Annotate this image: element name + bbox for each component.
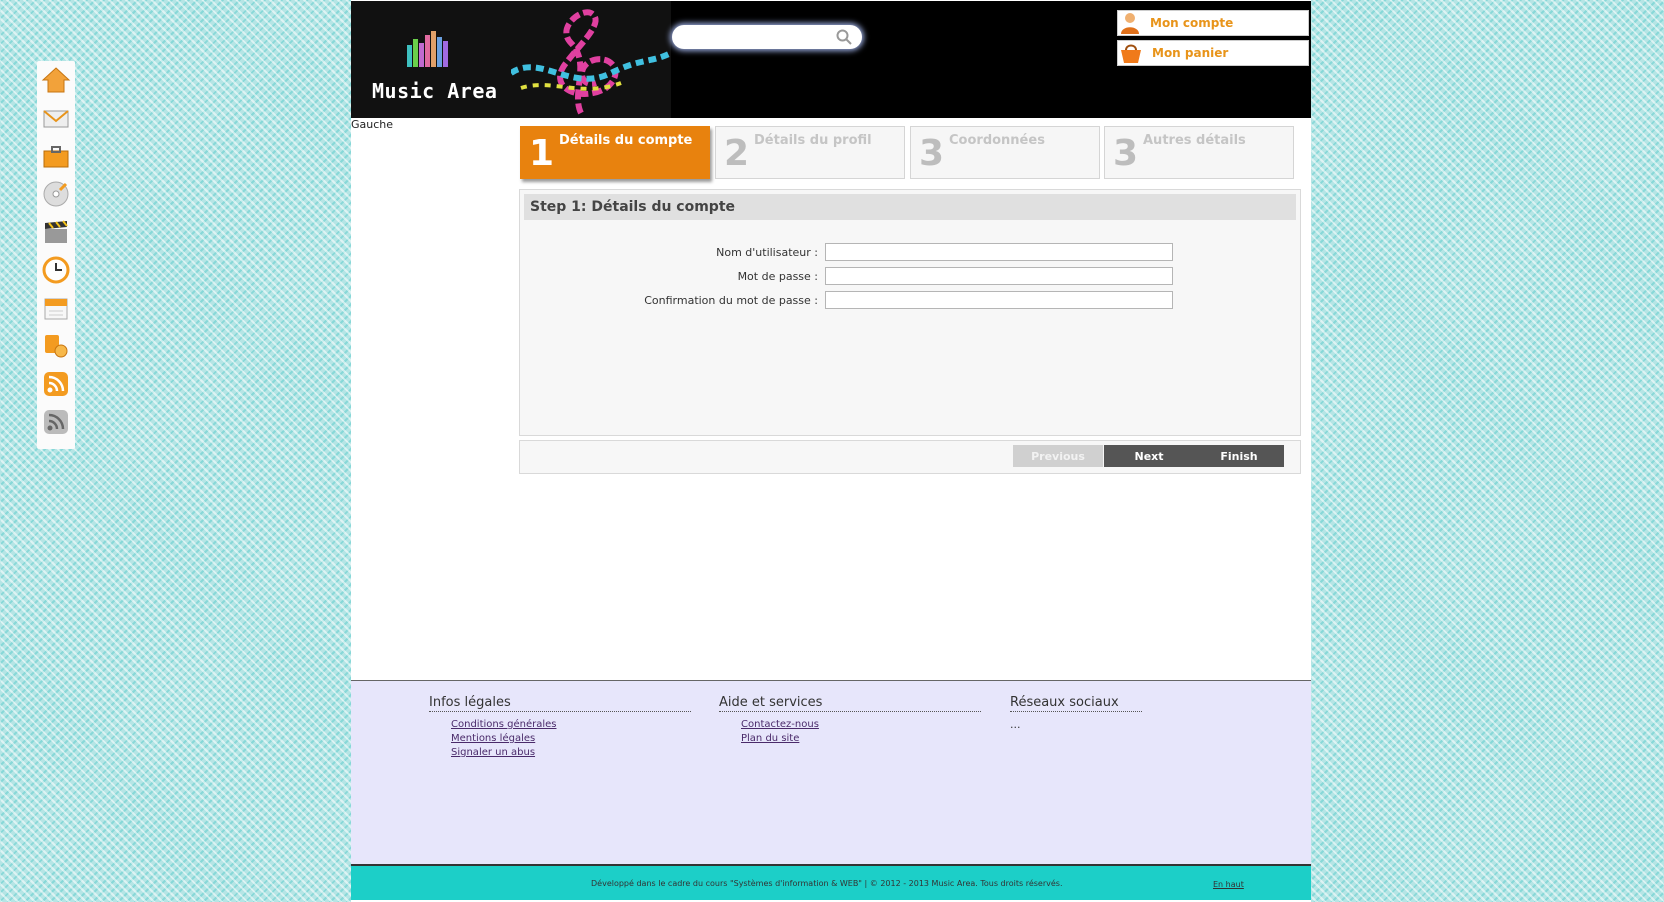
logo-text: Music Area (372, 79, 498, 103)
footer-legal-column: Infos légales Conditions générales Menti… (429, 695, 691, 760)
mail-icon[interactable] (40, 102, 72, 134)
username-field[interactable] (825, 243, 1173, 261)
clapperboard-icon[interactable] (40, 216, 72, 248)
cd-icon[interactable] (40, 178, 72, 210)
footer-link-contact[interactable]: Contactez-nous (741, 719, 819, 730)
clock-icon[interactable] (40, 254, 72, 286)
left-column-label: Gauche (351, 118, 394, 131)
footer-column-title: Aide et services (719, 695, 981, 712)
treble-clef-graphic (511, 9, 671, 115)
step-number: 2 (724, 133, 750, 174)
step-label: Coordonnées (949, 133, 1045, 148)
wizard-step-3[interactable]: 3 Coordonnées (910, 126, 1100, 179)
footer-link-report-abuse[interactable]: Signaler un abus (451, 747, 535, 758)
confirm-password-row: Confirmation du mot de passe : (520, 291, 1302, 311)
basket-icon (1121, 44, 1141, 63)
copyright-text: Développé dans le cadre du cours "Systèm… (591, 879, 1063, 888)
footer-link-sitemap[interactable]: Plan du site (741, 733, 799, 744)
username-row: Nom d'utilisateur : (520, 243, 1302, 263)
social-placeholder: ... (1010, 718, 1021, 731)
finish-button[interactable]: Finish (1194, 445, 1284, 467)
panel-title: Step 1: Détails du compte (524, 194, 1296, 220)
calendar-icon[interactable] (40, 292, 72, 324)
home-icon[interactable] (40, 64, 72, 96)
my-cart-button[interactable]: Mon panier (1117, 40, 1309, 66)
user-icon (1121, 13, 1139, 34)
wizard-step-1[interactable]: 1 Détails du compte (520, 126, 710, 179)
search-input[interactable] (684, 28, 838, 48)
footer-help-column: Aide et services Contactez-nous Plan du … (719, 695, 981, 746)
password-label: Mot de passe : (737, 270, 818, 283)
page-container: Music Area Mon compte Mon panier Gauche … (351, 0, 1311, 902)
wizard-actions: Previous Next Finish (519, 440, 1301, 474)
confirm-password-field[interactable] (825, 291, 1173, 309)
rss-orange-icon[interactable] (40, 368, 72, 400)
footer-column-title: Infos légales (429, 695, 691, 712)
step-number: 3 (919, 133, 945, 174)
my-account-button[interactable]: Mon compte (1117, 10, 1309, 36)
wizard-step-4[interactable]: 3 Autres détails (1104, 126, 1294, 179)
music-note-icon[interactable] (40, 330, 72, 362)
step-label: Détails du compte (559, 133, 693, 148)
footer: Infos légales Conditions générales Menti… (351, 680, 1311, 864)
my-account-label: Mon compte (1150, 16, 1234, 30)
header: Music Area Mon compte Mon panier (351, 1, 1311, 118)
footer-link-legal-notices[interactable]: Mentions légales (451, 733, 535, 744)
footer-column-title: Réseaux sociaux (1010, 695, 1142, 712)
username-label: Nom d'utilisateur : (716, 246, 818, 259)
rss-grey-icon[interactable] (40, 406, 72, 438)
step-panel: Step 1: Détails du compte Nom d'utilisat… (519, 189, 1301, 436)
footer-link-terms[interactable]: Conditions générales (451, 719, 556, 730)
footer-social-column: Réseaux sociaux ... (1010, 695, 1142, 731)
wizard-step-2[interactable]: 2 Détails du profil (715, 126, 905, 179)
step-label: Autres détails (1143, 133, 1246, 148)
step-number: 1 (529, 133, 555, 174)
password-field[interactable] (825, 267, 1173, 285)
bottom-bar: Développé dans le cadre du cours "Systèm… (351, 864, 1311, 900)
previous-button[interactable]: Previous (1013, 445, 1103, 467)
next-button[interactable]: Next (1104, 445, 1194, 467)
quick-icon-bar (37, 61, 75, 449)
step-number: 3 (1113, 133, 1139, 174)
search-box (672, 25, 862, 49)
equalizer-icon (407, 31, 448, 67)
search-icon[interactable] (836, 29, 852, 45)
site-logo[interactable]: Music Area (351, 1, 671, 118)
my-cart-label: Mon panier (1152, 46, 1229, 60)
briefcase-icon[interactable] (40, 140, 72, 172)
back-to-top-link[interactable]: En haut (1213, 880, 1244, 889)
confirm-password-label: Confirmation du mot de passe : (644, 294, 818, 307)
step-label: Détails du profil (754, 133, 872, 148)
password-row: Mot de passe : (520, 267, 1302, 287)
